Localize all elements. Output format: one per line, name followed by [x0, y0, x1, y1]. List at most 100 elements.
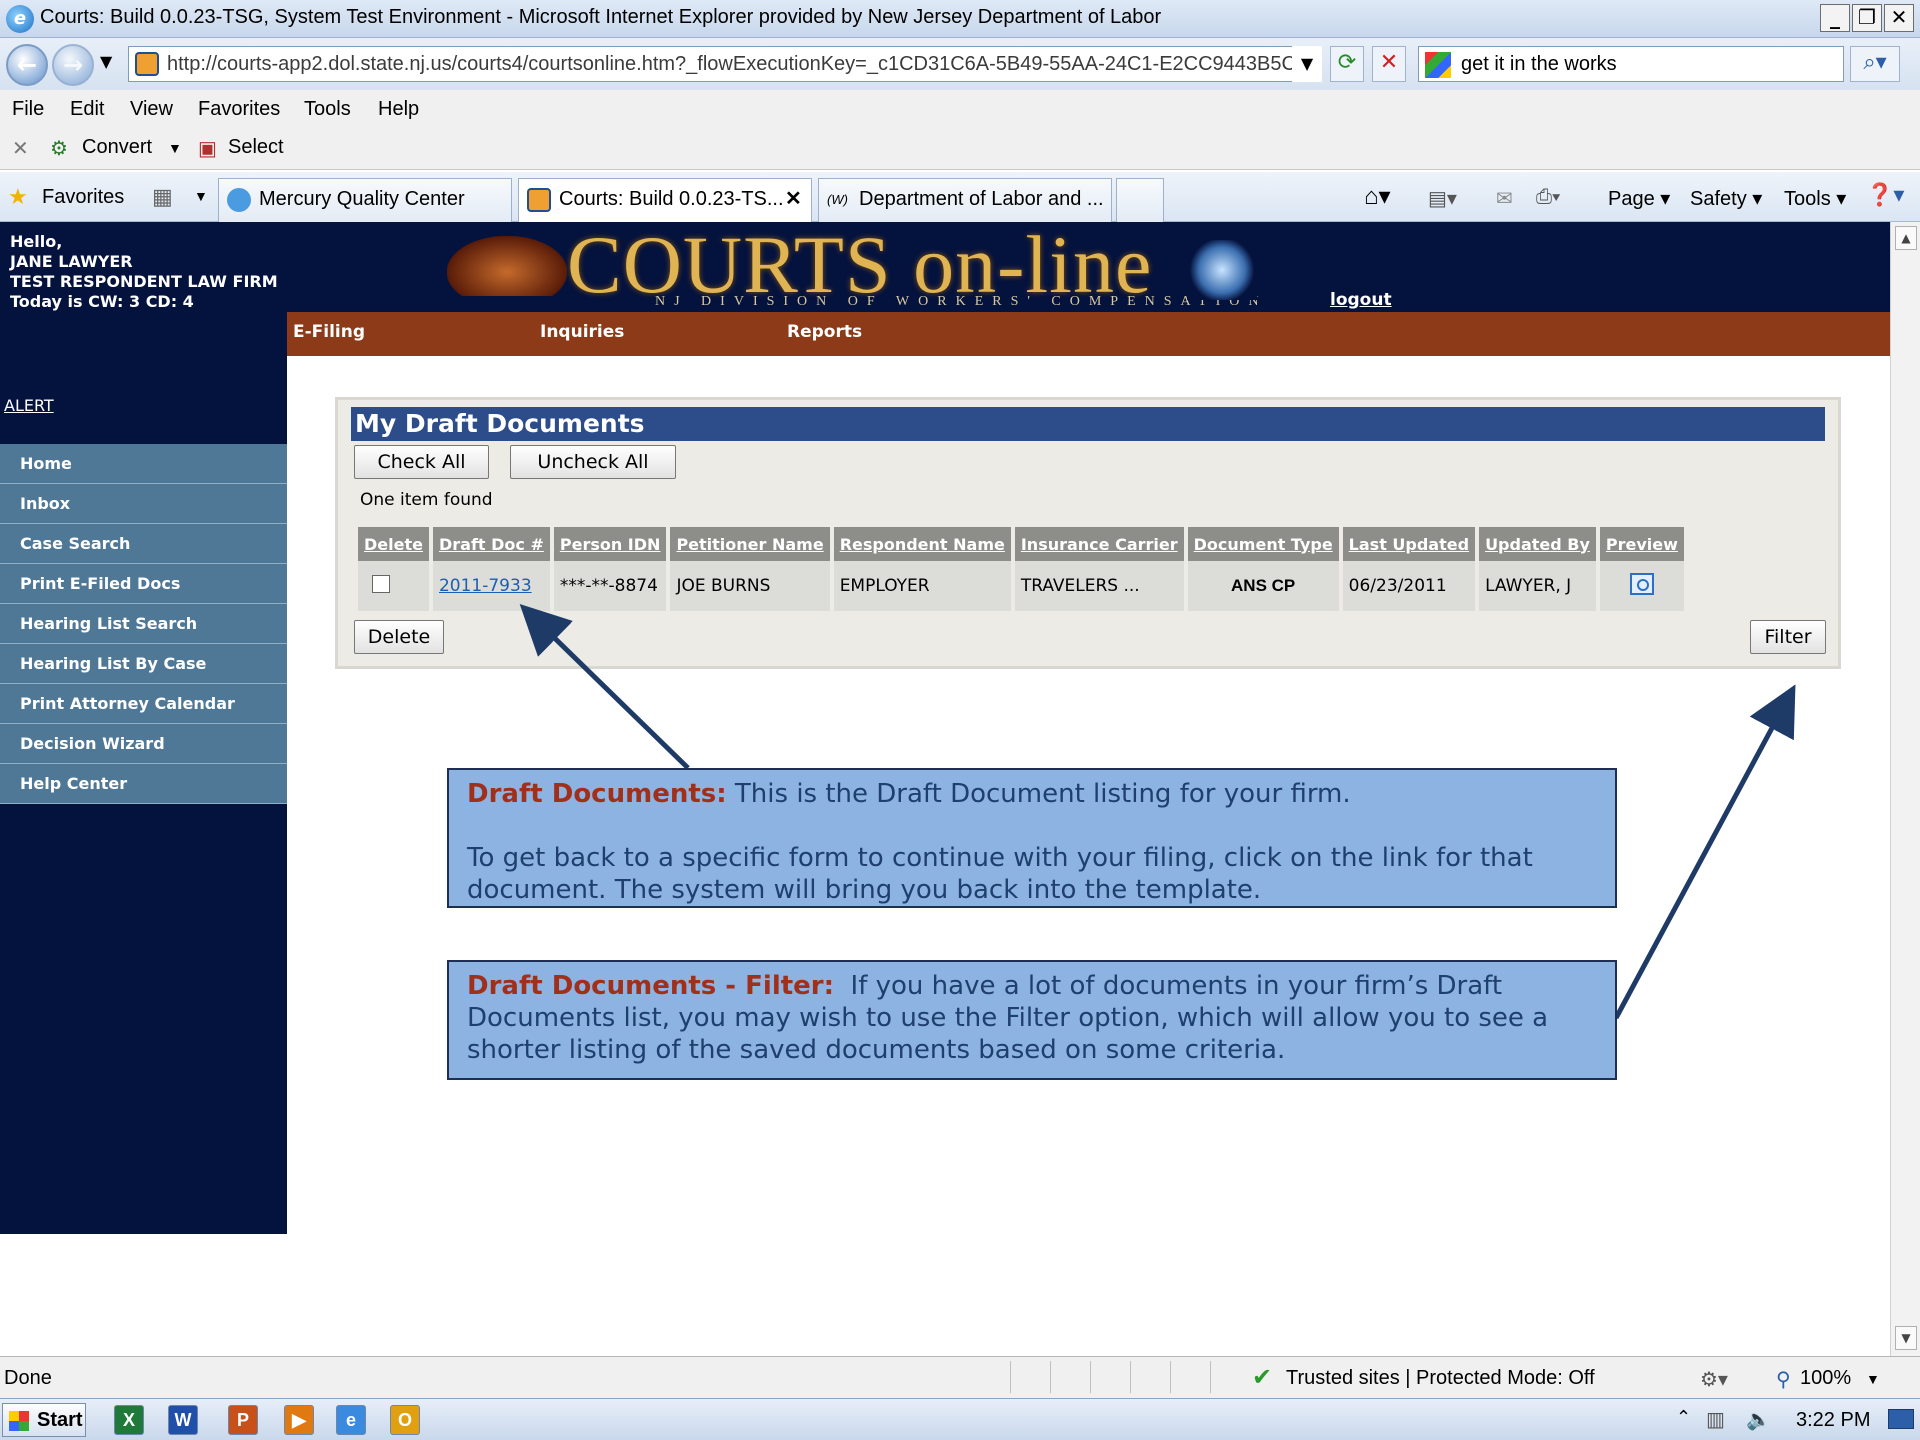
menu-view[interactable]: View: [130, 98, 173, 121]
security-zone[interactable]: Trusted sites | Protected Mode: Off: [1286, 1367, 1595, 1390]
google-icon: [1425, 52, 1451, 78]
app-window: e Courts: Build 0.0.23-TSG, System Test …: [0, 0, 1920, 1440]
search-button-icon[interactable]: ⌕▾: [1850, 46, 1900, 82]
search-text: get it in the works: [1461, 53, 1617, 75]
wd-favicon-icon: (W): [827, 192, 848, 207]
search-input[interactable]: get it in the works: [1418, 46, 1844, 82]
tab-list-dropdown-icon[interactable]: ▼: [194, 188, 208, 204]
url-dropdown-icon[interactable]: ▼: [1292, 46, 1322, 82]
clock[interactable]: 3:22 PM: [1796, 1409, 1870, 1432]
menu-bar: File Edit View Favorites Tools Help: [0, 90, 1920, 128]
callout-line-1: Draft Documents: This is the Draft Docum…: [467, 778, 1597, 810]
callout-text: To get back to a specific form to contin…: [467, 843, 1533, 905]
zoom-dropdown-icon[interactable]: ▼: [1866, 1371, 1880, 1387]
tab-mercury[interactable]: Mercury Quality Center: [218, 178, 512, 222]
url-text: http://courts-app2.dol.state.nj.us/court…: [167, 53, 1319, 75]
refresh-icon[interactable]: ⟳: [1330, 46, 1364, 82]
show-desktop-icon[interactable]: [1888, 1409, 1914, 1429]
menu-tools[interactable]: Tools: [304, 98, 351, 121]
status-segment: [1090, 1361, 1126, 1393]
windows-taskbar: Start X W P ▶ e O ⌃ ▥ 🔈 3:22 PM: [0, 1398, 1920, 1440]
word-icon[interactable]: W: [168, 1405, 198, 1435]
callout-heading: Draft Documents - Filter:: [467, 971, 835, 1001]
new-tab-button[interactable]: [1116, 178, 1164, 222]
forward-arrow-icon[interactable]: →: [52, 44, 94, 86]
callout-filter: Draft Documents - Filter: If you have a …: [447, 960, 1617, 1080]
excel-icon[interactable]: X: [114, 1405, 144, 1435]
convert-icon: ⚙: [50, 138, 68, 160]
status-segment: [1130, 1361, 1166, 1393]
trusted-check-icon: ✔: [1252, 1364, 1273, 1391]
close-window-button[interactable]: ✕: [1884, 4, 1914, 32]
internet-explorer-taskbar-icon[interactable]: e: [336, 1405, 366, 1435]
quick-tabs-icon[interactable]: ▦: [152, 184, 173, 210]
menu-tools-cmd[interactable]: Tools ▾: [1784, 186, 1846, 211]
menu-favorites[interactable]: Favorites: [198, 98, 280, 121]
status-text: Done: [4, 1367, 52, 1389]
restore-button[interactable]: ❐: [1852, 4, 1882, 32]
favorites-star-icon[interactable]: ★: [8, 184, 28, 210]
site-favicon-icon: [135, 52, 159, 76]
menu-file[interactable]: File: [12, 98, 44, 121]
menu-safety[interactable]: Safety ▾: [1690, 186, 1762, 211]
callout-text: This is the Draft Document listing for y…: [734, 779, 1351, 809]
start-button[interactable]: Start: [2, 1403, 86, 1437]
address-toolbar: ← → ▼ http://courts-app2.dol.state.nj.us…: [0, 38, 1920, 90]
convert-button[interactable]: Convert: [82, 136, 152, 159]
help-icon[interactable]: ❓▾: [1866, 182, 1904, 208]
convert-dropdown-icon[interactable]: ▼: [168, 140, 182, 156]
tabs-toolbar: ★ Favorites ▦ ▼ Mercury Quality Center C…: [0, 172, 1920, 222]
mail-icon[interactable]: ✉: [1496, 186, 1513, 211]
page-scrollbar[interactable]: ▲ ▼: [1890, 222, 1920, 1356]
close-tab-icon[interactable]: ✕: [785, 179, 802, 219]
stop-icon[interactable]: ✕: [1372, 46, 1406, 82]
media-player-icon[interactable]: ▶: [284, 1405, 314, 1435]
menu-edit[interactable]: Edit: [70, 98, 104, 121]
web-page: Hello, JANE LAWYER TEST RESPONDENT LAW F…: [0, 219, 1920, 1356]
network-icon[interactable]: ▥: [1706, 1407, 1725, 1431]
popup-blocker-icon[interactable]: ⚙▾: [1700, 1367, 1728, 1392]
close-toolbar-icon[interactable]: ✕: [12, 136, 29, 161]
show-hidden-icons[interactable]: ⌃: [1676, 1407, 1691, 1428]
tab-label: Courts: Build 0.0.23-TS...: [559, 188, 784, 210]
outlook-icon[interactable]: O: [390, 1405, 420, 1435]
tab-label: Mercury Quality Center: [259, 188, 465, 210]
menu-help[interactable]: Help: [378, 98, 419, 121]
print-icon[interactable]: ⎙▾: [1536, 186, 1560, 209]
zoom-level[interactable]: 100%: [1800, 1367, 1851, 1390]
menu-page[interactable]: Page ▾: [1608, 186, 1670, 211]
page-label: Page: [1608, 188, 1655, 210]
history-dropdown-icon[interactable]: ▼: [100, 52, 112, 71]
arrow-to-draft-link: [519, 604, 690, 770]
arrow-to-filter-button: [1613, 684, 1796, 1020]
tab-label: Department of Labor and ...: [859, 188, 1104, 210]
tools-label: Tools: [1784, 188, 1831, 210]
tab-department[interactable]: (W) Department of Labor and ...: [818, 178, 1112, 222]
minimize-button[interactable]: _: [1820, 4, 1850, 32]
home-icon[interactable]: ⌂▾: [1364, 182, 1391, 211]
window-titlebar: e Courts: Build 0.0.23-TSG, System Test …: [0, 0, 1920, 38]
scroll-up-icon[interactable]: ▲: [1895, 226, 1917, 250]
ie-page-icon: [227, 188, 251, 212]
status-bar: Done ✔ Trusted sites | Protected Mode: O…: [0, 1356, 1920, 1398]
tab-courts[interactable]: Courts: Build 0.0.23-TS... ✕: [518, 178, 812, 222]
address-input[interactable]: http://courts-app2.dol.state.nj.us/court…: [128, 46, 1322, 82]
back-arrow-icon[interactable]: ←: [6, 44, 48, 86]
windows-flag-icon: [9, 1411, 29, 1431]
internet-explorer-icon: e: [6, 5, 34, 33]
start-label: Start: [37, 1409, 83, 1431]
powerpoint-icon[interactable]: P: [228, 1405, 258, 1435]
status-segment: [1170, 1361, 1206, 1393]
scroll-down-icon[interactable]: ▼: [1895, 1326, 1917, 1350]
window-title: Courts: Build 0.0.23-TSG, System Test En…: [40, 6, 1162, 28]
favorites-button[interactable]: Favorites: [42, 186, 124, 209]
command-bar: ✕ ⚙ Convert ▼ ▣ Select: [0, 128, 1920, 170]
status-segment: [1210, 1361, 1246, 1393]
volume-icon[interactable]: 🔈: [1746, 1407, 1771, 1431]
callout-draft-documents: Draft Documents: This is the Draft Docum…: [447, 768, 1617, 908]
select-button[interactable]: Select: [228, 136, 284, 159]
select-icon: ▣: [198, 138, 217, 160]
status-segment: [1010, 1361, 1046, 1393]
feeds-icon[interactable]: ▤▾: [1428, 186, 1457, 211]
safety-label: Safety: [1690, 188, 1747, 210]
